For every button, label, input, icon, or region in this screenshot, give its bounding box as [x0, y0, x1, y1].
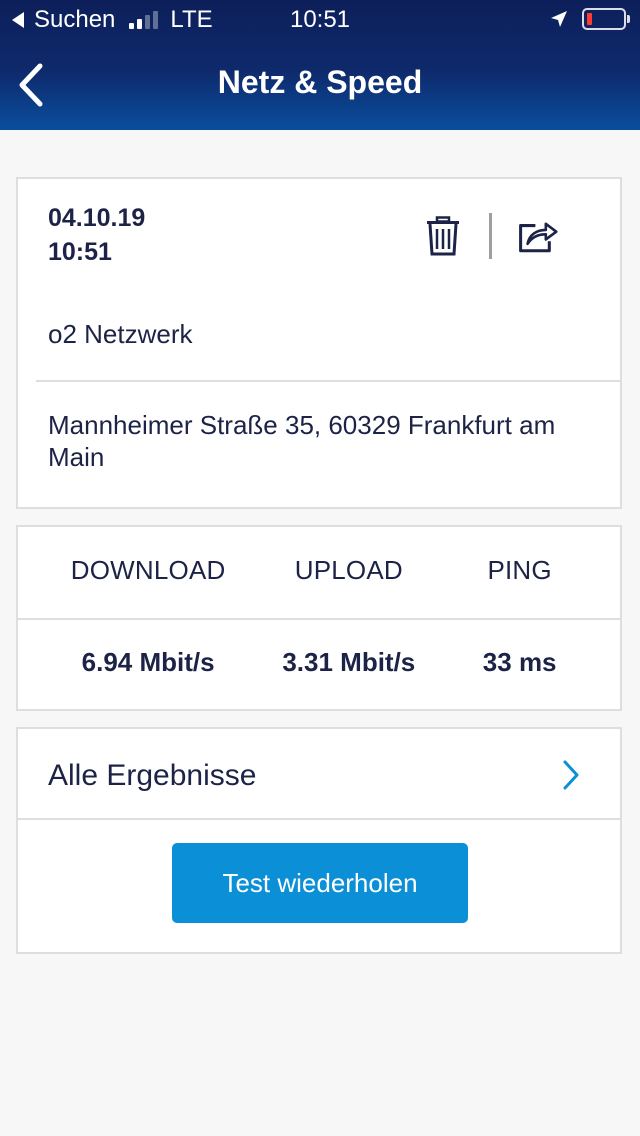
header: Suchen LTE 10:51 Netz & Speed [0, 0, 640, 130]
measurement-datetime: 04.10.19 10:51 [48, 201, 145, 269]
ping-label: PING [487, 555, 552, 585]
stats-header: DOWNLOAD UPLOAD PING [18, 555, 620, 586]
battery-level [587, 13, 592, 25]
battery-icon [582, 8, 630, 30]
measurement-date: 04.10.19 [48, 204, 146, 232]
all-results-label: Alle Ergebnisse [48, 759, 257, 792]
ping-value: 33 ms [482, 647, 557, 677]
share-icon [519, 222, 558, 253]
repeat-test-button[interactable]: Test wiederholen [172, 843, 468, 923]
page-title: Netz & Speed [217, 64, 423, 100]
nav-bar: Netz & Speed [0, 40, 640, 130]
upload-value: 3.31 Mbit/s [282, 647, 416, 677]
measurement-time: 10:51 [48, 238, 112, 266]
all-results-link[interactable]: Alle Ergebnisse [18, 729, 620, 820]
status-bar: Suchen LTE 10:51 [0, 0, 640, 40]
share-button[interactable] [518, 214, 558, 258]
speed-results-card: DOWNLOAD UPLOAD PING 6.94 Mbit/s 3.31 Mb… [16, 525, 622, 711]
status-time: 10:51 [289, 6, 351, 33]
chevron-right-icon [562, 759, 580, 796]
actions-divider [489, 213, 492, 259]
upload-label: UPLOAD [294, 555, 403, 585]
status-right [550, 8, 630, 30]
network-name: o2 Netzwerk [48, 319, 193, 349]
measurement-actions [423, 213, 558, 259]
divider [36, 380, 620, 382]
trash-icon [427, 216, 459, 256]
results-card: Alle Ergebnisse Test wiederholen [16, 727, 622, 954]
download-label: DOWNLOAD [70, 555, 226, 585]
download-value: 6.94 Mbit/s [81, 647, 215, 677]
divider [18, 618, 620, 620]
measurement-address: Mannheimer Straße 35, 60329 Frankfurt am… [48, 410, 556, 472]
delete-button[interactable] [423, 214, 463, 258]
measurement-card: 04.10.19 10:51 o2 Netzwerk Mannheimer St… [16, 177, 622, 509]
stats-values: 6.94 Mbit/s 3.31 Mbit/s 33 ms [18, 647, 620, 678]
divider [18, 818, 620, 820]
location-arrow-icon [550, 10, 568, 28]
